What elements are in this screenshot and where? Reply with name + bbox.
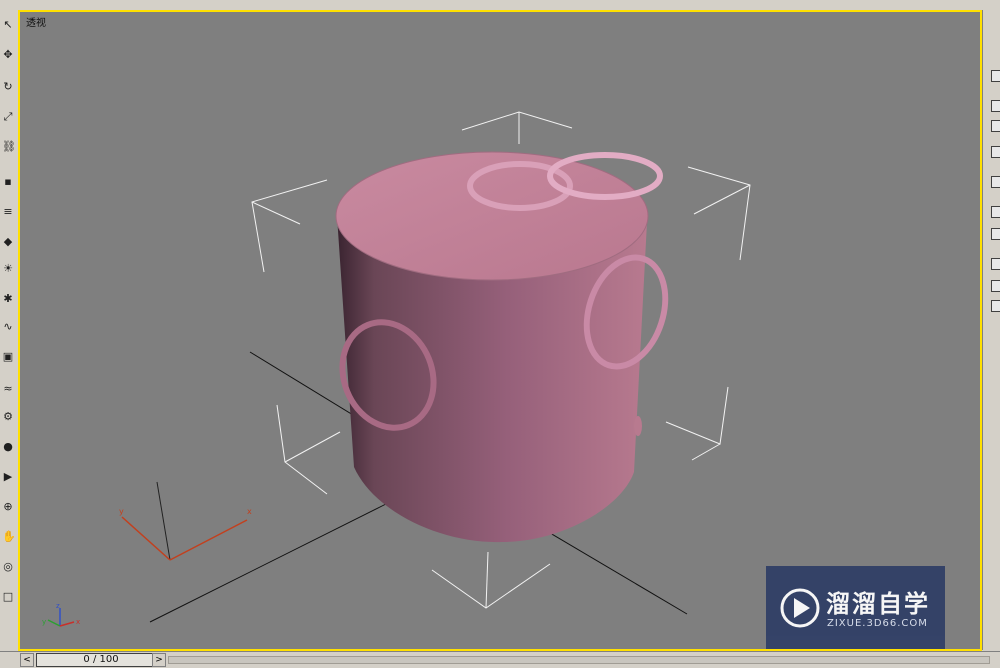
pivot-axis-gizmo: y x [119,481,252,561]
gizmo-x-label: x [76,618,80,626]
gizmo-y-label: y [42,618,46,626]
view-axis-gizmo: z y x [42,602,80,627]
panel-checkbox[interactable] [991,280,1000,292]
helper-icon[interactable]: ✱ [2,292,14,306]
watermark-url: ZIXUE.3D66.COM [827,618,928,629]
play-logo-icon [780,588,820,628]
bind-icon[interactable]: ≡ [2,205,14,219]
left-toolbar: ↖ ✥ ↻ ⤢ ⛓ ▪ ≡ ◆ ☀ ✱ ∿ ▣ ≈ ⚙ ● ▶ ⊕ ✋ ◎ □ [0,10,19,650]
panel-checkbox[interactable] [991,146,1000,158]
prev-frame-button[interactable]: < [20,653,34,667]
panel-checkbox[interactable] [991,120,1000,132]
panel-checkbox[interactable] [991,258,1000,270]
panel-checkbox[interactable] [991,206,1000,218]
gizmo-z-label: z [56,602,60,610]
system-icon[interactable]: ⚙ [2,410,14,424]
watermark-overlay: 溜溜自学 ZIXUE.3D66.COM [766,566,945,649]
timeline-track[interactable] [168,656,990,664]
next-frame-button[interactable]: > [152,653,166,667]
camera-icon[interactable]: ◆ [2,235,14,249]
rotate-icon[interactable]: ↻ [2,80,14,94]
light-icon[interactable]: ☀ [2,262,14,276]
unlink-icon[interactable]: ▪ [2,175,14,189]
link-icon[interactable]: ⛓ [2,140,16,154]
move-icon[interactable]: ✥ [2,48,14,62]
render-icon[interactable]: ▶ [2,470,14,484]
select-icon[interactable]: ↖ [2,18,14,32]
geometry-icon[interactable]: ▣ [2,350,14,364]
timeline-bar: < 0 / 100 > [0,651,1000,668]
panel-checkbox[interactable] [991,228,1000,240]
shape-icon[interactable]: ∿ [2,320,14,334]
scale-icon[interactable]: ⤢ [2,110,14,124]
scene-canvas[interactable]: y x [20,12,982,651]
orbit-icon[interactable]: ◎ [2,560,14,574]
maximize-icon[interactable]: □ [2,590,14,604]
cylinder-object [335,151,649,543]
panel-checkbox[interactable] [991,100,1000,112]
perspective-viewport[interactable]: 透视 y x 溜溜自学 ZIXUE.3D66.COM z y x [18,10,982,651]
command-panel [982,10,1000,650]
panel-checkbox[interactable] [991,70,1000,82]
panel-checkbox[interactable] [991,176,1000,188]
axis-y-label: y [119,507,124,516]
torus-ring [634,416,642,436]
time-slider[interactable]: 0 / 100 [36,653,166,667]
axis-x-label: x [247,507,252,516]
panel-checkbox[interactable] [991,300,1000,312]
watermark-brand: 溜溜自学 [826,590,930,618]
zoom-icon[interactable]: ⊕ [2,500,14,514]
pan-icon[interactable]: ✋ [2,530,16,544]
space-warp-icon[interactable]: ≈ [2,382,14,396]
material-icon[interactable]: ● [2,440,14,454]
